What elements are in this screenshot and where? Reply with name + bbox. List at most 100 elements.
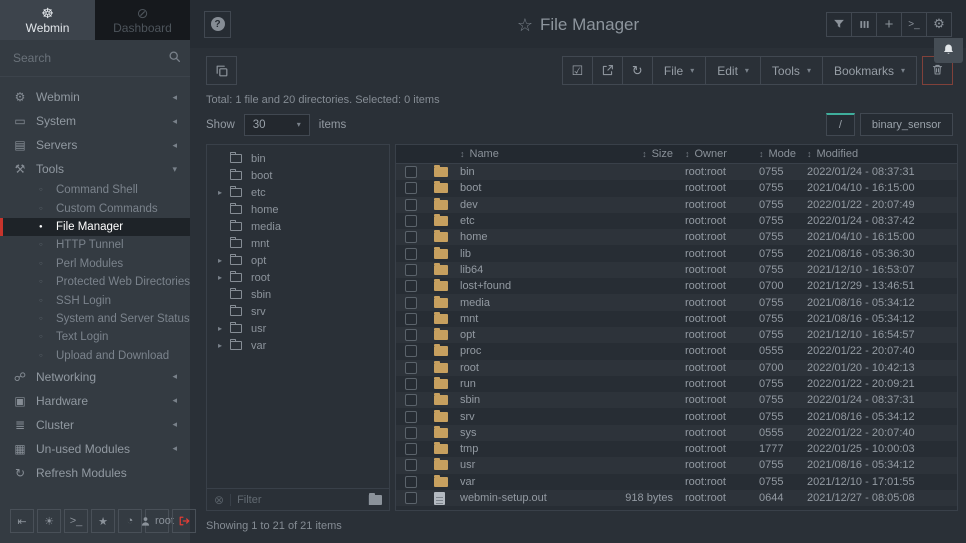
row-checkbox[interactable]: [405, 297, 417, 309]
row-checkbox[interactable]: [405, 345, 417, 357]
row-checkbox[interactable]: [405, 443, 417, 455]
show-count-select[interactable]: 30 ▾: [244, 114, 310, 136]
sidebar-item[interactable]: ↻ Refresh Modules: [0, 461, 190, 485]
tree-item[interactable]: ▸ srv: [207, 303, 389, 320]
expand-arrow-icon[interactable]: ▸: [218, 341, 228, 350]
notifications-tab[interactable]: [934, 38, 963, 63]
file-name[interactable]: home: [460, 231, 599, 243]
file-name[interactable]: srv: [460, 411, 599, 423]
column-owner[interactable]: Owner: [695, 148, 727, 160]
row-checkbox[interactable]: [405, 166, 417, 178]
column-modified[interactable]: Modified: [817, 148, 859, 160]
file-name[interactable]: opt: [460, 329, 599, 341]
tree-item[interactable]: ▸ sbin: [207, 286, 389, 303]
share-export-button[interactable]: [592, 56, 623, 85]
filter-funnel-button[interactable]: [826, 12, 852, 37]
copy-windows-button[interactable]: [206, 56, 237, 85]
table-row[interactable]: bin root:root 0755 2022/01/24 - 08:37:31: [396, 164, 957, 180]
column-size[interactable]: Size: [652, 148, 673, 160]
tree-item[interactable]: ▸ bin: [207, 150, 389, 167]
plus-button[interactable]: +: [876, 12, 902, 37]
sidebar-item[interactable]: Upload and Download: [0, 347, 190, 365]
row-checkbox[interactable]: [405, 411, 417, 423]
sidebar-item[interactable]: HTTP Tunnel: [0, 236, 190, 254]
file-name[interactable]: lib: [460, 248, 599, 260]
tree-item[interactable]: ▸ usr: [207, 320, 389, 337]
search-input[interactable]: [13, 51, 168, 65]
file-name[interactable]: mnt: [460, 313, 599, 325]
clear-filter-icon[interactable]: ⊗: [214, 493, 224, 507]
sidebar-item[interactable]: ≣ Cluster ◂: [0, 413, 190, 437]
sidebar-item[interactable]: Text Login: [0, 328, 190, 346]
table-row[interactable]: dev root:root 0755 2022/01/22 - 20:07:49: [396, 197, 957, 213]
row-checkbox[interactable]: [405, 264, 417, 276]
row-checkbox[interactable]: [405, 459, 417, 471]
expand-arrow-icon[interactable]: ▸: [218, 188, 228, 197]
tree-item[interactable]: ▸ root: [207, 269, 389, 286]
file-name[interactable]: webmin-setup.out: [460, 492, 599, 504]
sidebar-item[interactable]: File Manager: [0, 218, 190, 236]
row-checkbox[interactable]: [405, 427, 417, 439]
file-name[interactable]: bin: [460, 166, 599, 178]
sidebar-item[interactable]: ▤ Servers ◂: [0, 133, 190, 157]
sidebar-item[interactable]: ▦ Un-used Modules ◂: [0, 437, 190, 461]
sidebar-item[interactable]: ☍ Networking ◂: [0, 365, 190, 389]
table-row[interactable]: usr root:root 0755 2021/08/16 - 05:34:12: [396, 457, 957, 473]
tree-item[interactable]: ▸ opt: [207, 252, 389, 269]
logout-button[interactable]: [172, 509, 196, 533]
collapse-sidebar-button[interactable]: ⇤: [10, 509, 34, 533]
row-checkbox[interactable]: [405, 199, 417, 211]
bookmarks-menu-button[interactable]: Bookmarks▾: [822, 56, 917, 85]
path-current-button[interactable]: binary_sensor: [860, 113, 953, 136]
table-row[interactable]: mnt root:root 0755 2021/08/16 - 05:34:12: [396, 311, 957, 327]
file-name[interactable]: var: [460, 476, 599, 488]
file-name[interactable]: proc: [460, 345, 599, 357]
favorites-star-button[interactable]: ★: [91, 509, 115, 533]
table-row[interactable]: var root:root 0755 2021/12/10 - 17:01:55: [396, 474, 957, 490]
file-menu-button[interactable]: File▾: [652, 56, 706, 85]
sort-icon[interactable]: ↕: [642, 149, 647, 159]
sort-icon[interactable]: ↕: [460, 149, 465, 159]
columns-button[interactable]: [851, 12, 877, 37]
row-checkbox[interactable]: [405, 394, 417, 406]
table-row[interactable]: home root:root 0755 2021/04/10 - 16:15:0…: [396, 229, 957, 245]
shell-button[interactable]: >_: [901, 12, 927, 37]
file-name[interactable]: boot: [460, 182, 599, 194]
sidebar-item[interactable]: ⚒ Tools ▾: [0, 157, 190, 181]
tree-item[interactable]: ▸ etc: [207, 184, 389, 201]
table-row[interactable]: run root:root 0755 2022/01/22 - 20:09:21: [396, 376, 957, 392]
sidebar-item[interactable]: ▭ System ◂: [0, 109, 190, 133]
row-checkbox[interactable]: [405, 313, 417, 325]
table-row[interactable]: proc root:root 0555 2022/01/22 - 20:07:4…: [396, 343, 957, 359]
goto-folder-icon[interactable]: [368, 495, 382, 505]
row-checkbox[interactable]: [405, 231, 417, 243]
row-checkbox[interactable]: [405, 215, 417, 227]
sort-icon[interactable]: ↕: [685, 149, 690, 159]
tree-item[interactable]: ▸ home: [207, 201, 389, 218]
sidebar-item[interactable]: ▣ Hardware ◂: [0, 389, 190, 413]
table-row[interactable]: media root:root 0755 2021/08/16 - 05:34:…: [396, 294, 957, 310]
file-name[interactable]: dev: [460, 199, 599, 211]
file-name[interactable]: etc: [460, 215, 599, 227]
row-checkbox[interactable]: [405, 476, 417, 488]
tree-item[interactable]: ▸ mnt: [207, 235, 389, 252]
row-checkbox[interactable]: [405, 378, 417, 390]
table-row[interactable]: root root:root 0700 2022/01/20 - 10:42:1…: [396, 360, 957, 376]
table-row[interactable]: lib64 root:root 0755 2021/12/10 - 16:53:…: [396, 262, 957, 278]
column-name[interactable]: Name: [470, 148, 499, 160]
table-row[interactable]: boot root:root 0755 2021/04/10 - 16:15:0…: [396, 180, 957, 196]
tree-item[interactable]: ▸ boot: [207, 167, 389, 184]
settings-gear-button[interactable]: ⚙: [926, 12, 952, 37]
sidebar-item[interactable]: Protected Web Directories: [0, 273, 190, 291]
language-pie-button[interactable]: ◔: [118, 509, 142, 533]
sidebar-item[interactable]: ⚙ Webmin ◂: [0, 85, 190, 109]
tree-filter-input[interactable]: [230, 494, 362, 506]
file-name[interactable]: lib64: [460, 264, 599, 276]
table-row[interactable]: sbin root:root 0755 2022/01/24 - 08:37:3…: [396, 392, 957, 408]
sidebar-item[interactable]: SSH Login: [0, 291, 190, 309]
file-name[interactable]: run: [460, 378, 599, 390]
table-row[interactable]: lost+found root:root 0700 2021/12/29 - 1…: [396, 278, 957, 294]
tree-item[interactable]: ▸ var: [207, 337, 389, 354]
sidebar-item[interactable]: Custom Commands: [0, 199, 190, 217]
sidebar-item[interactable]: System and Server Status: [0, 310, 190, 328]
